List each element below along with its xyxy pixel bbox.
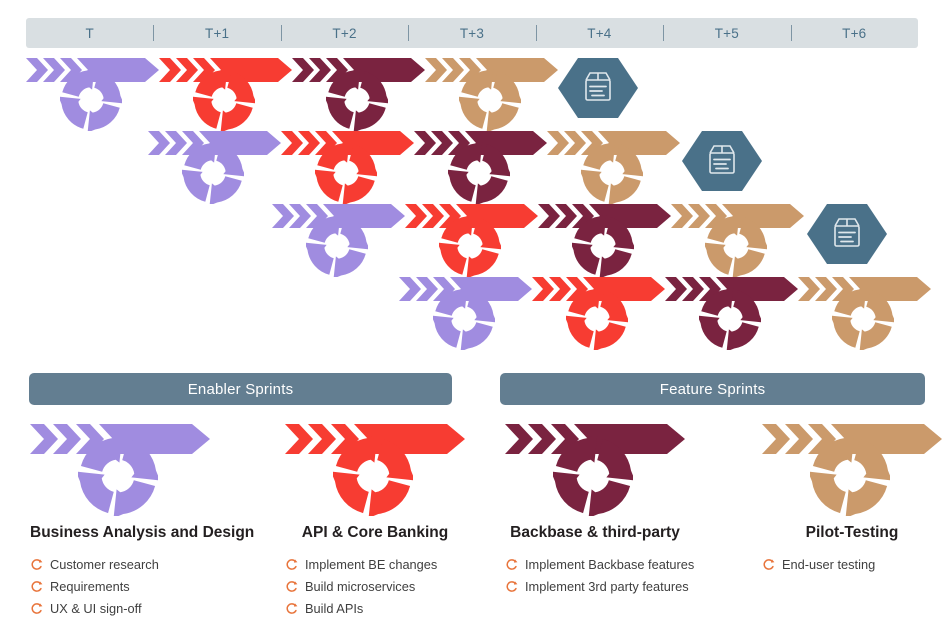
cycle-wheel-icon xyxy=(75,433,161,519)
legend-list-item: Requirements xyxy=(30,578,240,596)
sprint-segment-red[interactable] xyxy=(281,131,414,206)
legend-item-label: End-user testing xyxy=(782,557,876,572)
sprint-segment-maroon[interactable] xyxy=(538,204,671,279)
sprint-segment-purple[interactable] xyxy=(399,277,532,352)
legend-item-label: Requirements xyxy=(50,579,130,595)
cycle-wheel-icon xyxy=(58,67,124,133)
arc-bullet-icon xyxy=(30,558,43,571)
section-bar-label: Enabler Sprints xyxy=(187,380,294,398)
arc-bullet-icon xyxy=(285,602,298,615)
sprint-segment-maroon[interactable] xyxy=(414,131,547,206)
legend-item-label: Implement BE changes xyxy=(305,557,438,572)
cycle-wheel-icon xyxy=(180,140,246,206)
legend-item-label: Build microservices xyxy=(305,579,416,595)
arc-bullet-icon xyxy=(30,580,43,593)
cycle-wheel-icon xyxy=(324,67,390,133)
sprint-segment-tan[interactable] xyxy=(547,131,680,206)
arc-bullet-icon xyxy=(30,602,43,615)
legend-item-label: Build APIs xyxy=(305,601,364,617)
cycle-wheel-icon xyxy=(830,286,896,352)
sprint-row-4[interactable] xyxy=(399,277,931,352)
release-marker-3[interactable] xyxy=(807,204,887,264)
release-marker-2[interactable] xyxy=(682,131,762,191)
cycle-wheel-icon xyxy=(570,213,636,279)
section-feature-sprints[interactable]: Feature Sprints xyxy=(500,373,925,405)
cycle-wheel-icon xyxy=(807,433,893,519)
legend-item-label: Implement Backbase features xyxy=(525,557,695,572)
cycle-wheel-icon xyxy=(304,213,370,279)
legend-item-label: Implement 3rd party features xyxy=(525,579,689,595)
cycle-wheel-icon xyxy=(191,67,257,133)
cycle-wheel-icon xyxy=(564,286,630,352)
legend-list-item: Implement BE changes xyxy=(285,556,495,574)
cycle-wheel-icon xyxy=(431,286,497,352)
sprint-segment-red[interactable] xyxy=(532,277,665,352)
arc-bullet-icon xyxy=(762,558,775,571)
cycle-wheel-icon xyxy=(550,433,636,519)
legend-sprint-icon xyxy=(762,424,942,519)
legend-sprint-icon xyxy=(285,424,465,519)
cycle-wheel-icon xyxy=(330,433,416,519)
cycle-wheel-icon xyxy=(703,213,769,279)
legend-item-label: Customer research xyxy=(50,557,159,572)
legend-item-list: Implement Backbase features Implement 3r… xyxy=(505,556,735,600)
sprint-segment-red[interactable] xyxy=(405,204,538,279)
legend-item-list: Customer research Requirements UX & UI s… xyxy=(30,556,240,622)
sprint-segment-tan[interactable] xyxy=(798,277,931,352)
section-bar-label: Feature Sprints xyxy=(659,380,766,398)
arc-bullet-icon xyxy=(285,580,298,593)
cycle-wheel-icon xyxy=(697,286,763,352)
sprint-rows-area xyxy=(0,0,945,360)
legend-list-item: Build APIs xyxy=(285,600,495,618)
sprint-segment-maroon[interactable] xyxy=(292,58,425,133)
sprint-segment-tan[interactable] xyxy=(425,58,558,133)
cycle-wheel-icon xyxy=(457,67,523,133)
legend-list-item: Implement Backbase features xyxy=(505,556,735,574)
arc-bullet-icon xyxy=(505,580,518,593)
sprint-segment-purple[interactable] xyxy=(272,204,405,279)
legend-item-list: Implement BE changes Build microservices… xyxy=(285,556,495,622)
legend-item-list: End-user testing xyxy=(762,556,945,578)
legend-list-item: Build microservices xyxy=(285,578,495,596)
legend-title: Business Analysis and Design xyxy=(30,524,255,541)
legend-title: Backbase & third-party xyxy=(510,524,680,541)
sprint-row-2[interactable] xyxy=(148,131,680,206)
sprint-row-3[interactable] xyxy=(272,204,804,279)
legend-title: Pilot-Testing xyxy=(805,524,899,541)
legend-list-item: Implement 3rd party features xyxy=(505,578,735,596)
sprint-segment-red[interactable] xyxy=(159,58,292,133)
cycle-wheel-icon xyxy=(313,140,379,206)
legend-sprint-icon xyxy=(30,424,210,519)
legend-list-item: End-user testing xyxy=(762,556,945,574)
legend-sprint-icon xyxy=(505,424,685,519)
cycle-wheel-icon xyxy=(446,140,512,206)
sprint-segment-purple[interactable] xyxy=(26,58,159,133)
cycle-wheel-icon xyxy=(437,213,503,279)
legend-item-label: UX & UI sign-off xyxy=(50,601,142,617)
section-enabler-sprints[interactable]: Enabler Sprints xyxy=(29,373,452,405)
cycle-wheel-icon xyxy=(579,140,645,206)
release-marker-1[interactable] xyxy=(558,58,638,118)
legend-list-item: Customer research xyxy=(30,556,240,574)
legend-list-item: UX & UI sign-off xyxy=(30,600,240,618)
legend-title: API & Core Banking xyxy=(301,524,449,541)
arc-bullet-icon xyxy=(505,558,518,571)
sprint-row-1[interactable] xyxy=(26,58,558,133)
sprint-segment-maroon[interactable] xyxy=(665,277,798,352)
sprint-segment-purple[interactable] xyxy=(148,131,281,206)
arc-bullet-icon xyxy=(285,558,298,571)
sprint-segment-tan[interactable] xyxy=(671,204,804,279)
